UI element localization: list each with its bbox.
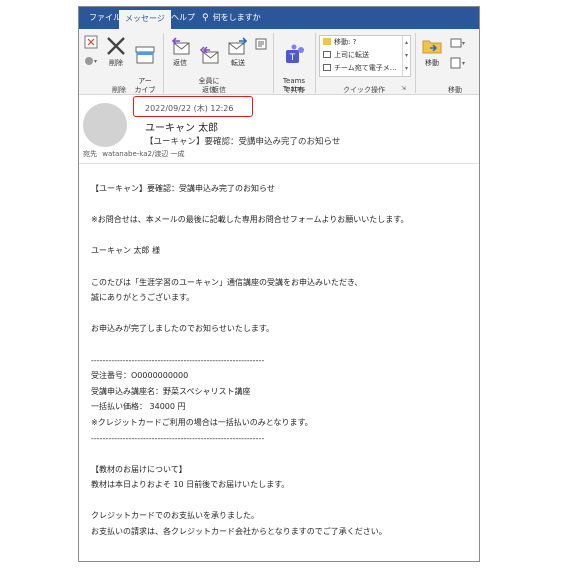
archive-icon [135,46,155,64]
teams-group-label: Teams [282,85,306,93]
reply-button-label: 返信 [173,59,187,67]
quick-steps-group-label: クイック操作 [343,86,385,94]
group-divider [163,33,164,93]
tab-help[interactable]: ヘルプ [165,7,201,29]
body-line: 一括払い価格： 34000 円 [91,402,186,412]
tell-me-label: 何をしますか [212,13,261,22]
more-options-icon [255,38,267,50]
body-line: 【教材のお届けについて】 [91,464,187,474]
rules-icon [450,38,465,48]
forward-icon [228,37,248,55]
message-subject: 【ユーキャン】要確認：受講申込み完了のお知らせ [145,137,341,147]
recipient-row: 宛先 watanabe-ka2/渡辺 一成 [83,149,185,159]
tab-message[interactable]: メッセージ [119,10,171,29]
header-divider [79,163,479,164]
mail-icon [323,64,331,71]
reply-icon [171,37,190,55]
junk-icon [85,57,97,65]
outlook-message-window: ファイル メッセージ ヘルプ ⚲何をしますか 削除 アー カイブ 削除 返信 [78,6,480,562]
to-label: 宛先 [83,150,97,158]
body-line: 【ユーキャン】要確認：受講申込み完了のお知らせ [91,184,275,193]
group-divider [273,33,274,93]
reply-more-button[interactable] [253,37,269,53]
delete-button[interactable]: 削除 [103,35,129,68]
delete-x-icon [107,37,125,55]
body-line: 受注番号：O0000000000 [91,371,189,381]
onenote-icon [450,57,465,69]
body-line [91,306,477,322]
folder-icon [323,38,331,45]
quick-step-team-mail[interactable]: チーム宛て電子メ… [320,62,410,75]
move-button-label: 移動 [425,59,439,67]
body-line [91,446,477,462]
sender-name[interactable]: ユーキャン 太郎 [145,119,218,134]
body-line: ----------------------------------------… [91,355,265,365]
ignore-icon [84,35,98,49]
quick-step-forward-boss[interactable]: 上司に転送 [320,49,410,62]
message-date: 2022/09/22 (木) 12:26 [145,104,234,113]
move-group-label: 移動 [448,86,462,94]
reply-button[interactable]: 返信 [167,35,193,68]
folder-move-icon [422,40,442,54]
group-divider [315,33,316,93]
sender-avatar [83,103,127,147]
rules-button[interactable] [447,37,469,71]
body-line: 教材は本日よりおよそ 10 日前後でお届けいたします。 [91,480,290,490]
reply-group-label: 返信 [212,86,226,94]
quick-steps-scroll[interactable]: ▴ ▾ ▾ [402,36,410,76]
dialog-launcher-icon[interactable]: ⇲ [401,85,406,92]
ignore-button[interactable] [81,35,101,69]
move-button[interactable]: 移動 [419,35,445,68]
group-divider [415,33,416,93]
delete-button-label: 削除 [109,59,123,67]
body-line: ユーキャン 太郎 様 [91,246,161,256]
teams-icon: T [286,44,304,63]
body-line [91,228,477,244]
ribbon-tab-bar: ファイル メッセージ ヘルプ ⚲ 何をしますか [79,7,479,29]
body-line [91,493,477,509]
body-line [91,259,477,275]
body-line: お申込みが完了しましたのでお知らせいたします。 [91,324,275,334]
forward-button[interactable]: 転送 [225,35,251,68]
message-body: 【ユーキャン】要確認：受講申込み完了のお知らせ ※お問合せは、本メールの最後に記載… [91,181,477,540]
tell-me-search[interactable]: ⚲ 何をしますか [202,7,261,29]
forward-button-label: 転送 [231,59,245,67]
delete-group-label: 削除 [112,86,126,94]
quick-steps-gallery: 移動: ? 上司に転送 チーム宛て電子メ… ▴ ▾ ▾ [319,35,411,77]
body-line: 受講申込み講座名：野菜スペシャリスト講座 [91,386,251,396]
body-line: このたびは「生涯学習のユーキャン」通信講座の受講をお申込みいただき、 [91,277,363,287]
body-line: クレジットカードでのお支払いを承りました。 [91,511,259,521]
body-line: お支払いの請求は、各クレジットカード会社からとなりますのでご了承ください。 [91,527,387,537]
body-line: ※クレジットカードご利用の場合は一括払いのみとなります。 [91,417,313,427]
body-line: ----------------------------------------… [91,433,265,443]
body-line [91,337,477,353]
body-line: 誠にありがとうございます。 [91,293,195,303]
body-line [91,197,477,213]
recipient-name[interactable]: watanabe-ka2/渡辺 一成 [102,150,184,158]
reply-all-icon [199,46,219,64]
body-line: ※お問合せは、本メールの最後に記載した専用お問合せフォームよりお願いいたします。 [91,215,409,225]
svg-text:T: T [289,53,296,63]
ribbon: 削除 アー カイブ 削除 返信 全員に 返信 転送 返信 T Teams で共有… [79,29,479,95]
lightbulb-icon: ⚲ [202,13,209,23]
mail-forward-icon [323,51,331,58]
quick-step-move[interactable]: 移動: ? [320,36,410,49]
